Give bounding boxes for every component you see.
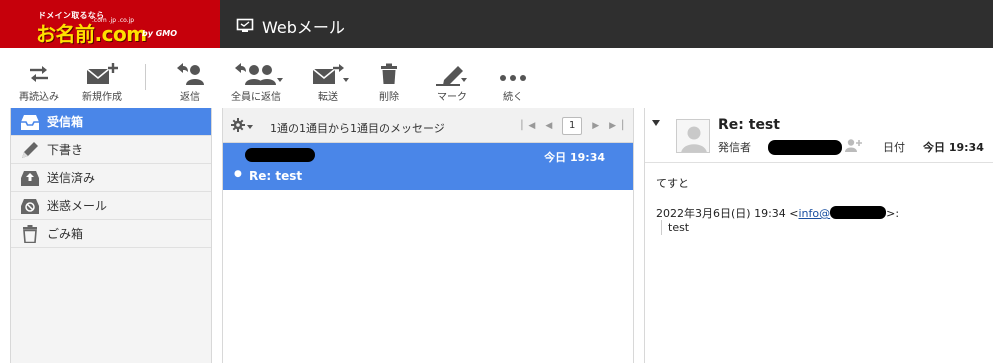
app-header: ドメイン取るなら お名前.com .com .jp .co.jp by GMO …	[0, 0, 993, 48]
folder-trash[interactable]: ごみ箱	[11, 220, 211, 248]
message-list: 1通の1通目から1通目のメッセージ ▏◀ ◀ 1 ▶ ▶▕ 今日 19:34 ●…	[222, 108, 634, 363]
reload-button[interactable]: 再読込み	[16, 62, 62, 103]
message-subject-heading: Re: test	[718, 117, 780, 133]
folder-inbox-label: 受信箱	[47, 115, 84, 129]
logo-domains: .com .jp .co.jp	[92, 17, 135, 24]
pagination: ▏◀ ◀ 1 ▶ ▶▕	[521, 117, 623, 135]
chevron-down-icon	[247, 124, 253, 129]
reply-all-dropdown-icon[interactable]	[277, 78, 283, 82]
next-page-icon[interactable]: ▶	[592, 121, 599, 131]
folder-drafts[interactable]: 下書き	[11, 136, 211, 164]
webmail-icon	[236, 18, 254, 34]
logo-gmo: by GMO	[142, 29, 178, 38]
toolbar-divider	[145, 64, 146, 90]
from-label: 発信者	[718, 141, 751, 154]
more-button[interactable]: 続く	[493, 62, 533, 103]
gear-icon	[231, 118, 245, 135]
reply-all-icon	[224, 62, 288, 86]
reply-all-button[interactable]: 全員に返信	[224, 62, 288, 103]
quote-header: 2022年3月6日(日) 19:34 <info@ >:	[656, 205, 899, 221]
page-number-input[interactable]: 1	[562, 117, 583, 135]
quoted-text: test	[661, 220, 689, 235]
folder-inbox[interactable]: 受信箱	[11, 108, 211, 136]
reading-pane: Re: test 発信者 日付 今日 19:34 てすと 2022年3月6日(日…	[644, 108, 993, 363]
mark-label: マーク	[437, 92, 467, 103]
toolbar: 再読込み 新規作成 返信 全員に返信 転送 削除 マーク 続く	[0, 48, 993, 106]
message-row[interactable]: 今日 19:34 ● Re: test	[223, 143, 633, 190]
reply-button[interactable]: 返信	[170, 62, 210, 103]
first-page-icon[interactable]: ▏◀	[521, 121, 535, 131]
date-value: 今日 19:34	[923, 141, 984, 154]
mark-button[interactable]: マーク	[428, 62, 476, 103]
message-count-text: 1通の1通目から1通目のメッセージ	[270, 122, 445, 135]
reply-label: 返信	[180, 92, 200, 103]
app-title-text: Webメール	[262, 18, 345, 37]
avatar	[676, 119, 710, 153]
message-header: Re: test 発信者 日付 今日 19:34	[645, 108, 993, 163]
pencil-icon	[19, 140, 41, 160]
sender-redacted	[245, 148, 315, 162]
more-dots-icon	[493, 62, 533, 86]
quote-date: 2022年3月6日(日) 19:34 <	[656, 207, 799, 220]
folder-drafts-label: 下書き	[47, 143, 84, 157]
trash-icon	[369, 62, 409, 86]
message-list-header: 1通の1通目から1通目のメッセージ ▏◀ ◀ 1 ▶ ▶▕	[223, 108, 633, 143]
forward-dropdown-icon[interactable]	[343, 78, 349, 82]
unread-dot-icon: ●	[234, 169, 242, 179]
inbox-icon	[19, 113, 41, 131]
message-subject: Re: test	[249, 169, 303, 183]
quote-suffix: >:	[886, 207, 900, 220]
marker-pen-icon	[428, 62, 476, 86]
date-label: 日付	[883, 141, 905, 154]
delete-button[interactable]: 削除	[369, 62, 409, 103]
trash-icon	[19, 224, 41, 243]
reply-person-icon	[170, 62, 210, 86]
onamae-logo[interactable]: ドメイン取るなら お名前.com .com .jp .co.jp by GMO	[0, 0, 220, 48]
forward-label: 転送	[318, 92, 338, 103]
message-date: 今日 19:34	[544, 151, 605, 164]
sender-address-redacted[interactable]	[768, 140, 842, 155]
folder-spam-label: 迷惑メール	[47, 199, 108, 213]
forward-envelope-icon	[302, 62, 354, 86]
spam-icon	[19, 197, 41, 215]
collapse-header-icon[interactable]	[652, 120, 660, 126]
list-options-menu[interactable]	[231, 118, 253, 135]
folder-list: 受信箱 下書き 送信済み 迷惑メール ごみ箱	[10, 108, 212, 363]
prev-page-icon[interactable]: ◀	[545, 121, 552, 131]
delete-label: 削除	[379, 92, 399, 103]
refresh-arrows-icon	[16, 62, 62, 86]
folder-sent-label: 送信済み	[47, 171, 96, 185]
more-label: 続く	[503, 92, 523, 103]
sent-icon	[19, 169, 41, 187]
compose-button[interactable]: 新規作成	[78, 62, 126, 103]
quote-email-link[interactable]: info@	[798, 206, 887, 220]
mark-dropdown-icon[interactable]	[461, 78, 467, 82]
folder-trash-label: ごみ箱	[47, 227, 84, 241]
reload-label: 再読込み	[19, 92, 59, 103]
email-redacted	[830, 206, 887, 219]
compose-envelope-icon	[78, 62, 126, 86]
reply-all-label: 全員に返信	[231, 92, 281, 103]
add-contact-icon[interactable]	[845, 138, 863, 155]
forward-button[interactable]: 転送	[302, 62, 354, 103]
message-body: てすと	[656, 177, 689, 190]
folder-sent[interactable]: 送信済み	[11, 164, 211, 192]
compose-label: 新規作成	[82, 92, 122, 103]
folder-spam[interactable]: 迷惑メール	[11, 192, 211, 220]
app-title: Webメール	[236, 14, 345, 38]
last-page-icon[interactable]: ▶▕	[609, 121, 623, 131]
